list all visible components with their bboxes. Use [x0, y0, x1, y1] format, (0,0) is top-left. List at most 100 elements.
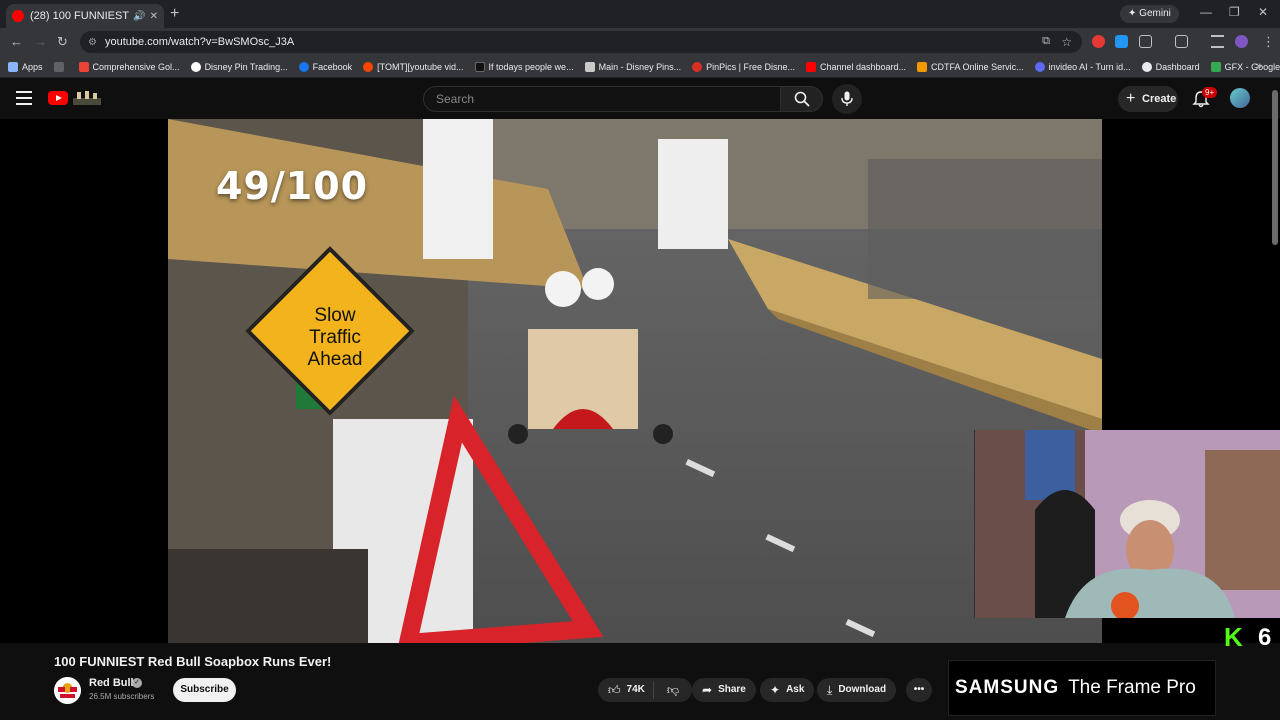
- thumbs-up-icon: 👍︎: [608, 683, 621, 697]
- plus-icon: +: [1126, 90, 1136, 107]
- bookmark-favicon-icon: [917, 61, 928, 72]
- google-drive-icon: [1210, 61, 1221, 72]
- browser-tab-bar: (28) 100 FUNNIEST Red Bull 🔊 ✕ + ✦ Gemin…: [0, 0, 1280, 28]
- reddit-icon: [363, 61, 374, 72]
- ad-text: SAMSUNG The Frame Pro: [955, 677, 1196, 699]
- more-horizontal-icon: •••: [913, 684, 925, 695]
- search-icon: [794, 91, 810, 107]
- bookmark-item[interactable]: Main - Disney Pins...: [584, 61, 681, 72]
- bookmark-item[interactable]: Channel dashboard...: [805, 61, 906, 72]
- bookmark-item[interactable]: If todays people we...: [474, 61, 574, 72]
- grid-icon: [53, 61, 64, 72]
- red-bull-logo-icon: [54, 677, 81, 704]
- notification-count-badge: 9+: [1202, 87, 1218, 98]
- install-app-icon[interactable]: ⧉: [1042, 35, 1050, 48]
- thumbs-down-icon: 👎︎: [666, 683, 680, 697]
- bookmark-item[interactable]: CDTFA Online Servic...: [917, 61, 1024, 72]
- browser-toolbar: ← → ↻ ⚙ youtube.com/watch?v=BwSMOsc_J3A …: [0, 28, 1280, 56]
- bookmark-item[interactable]: Dashboard: [1141, 61, 1200, 72]
- facebook-icon: [298, 61, 309, 72]
- bookmarks-bar: Apps Comprehensive Gol... Disney Pin Tra…: [0, 56, 1280, 78]
- video-player[interactable]: Slow Traffic Ahead 49/100: [168, 119, 1102, 643]
- side-panel-icon[interactable]: [1175, 35, 1188, 48]
- bookmark-item[interactable]: [53, 61, 68, 72]
- bookmark-star-icon[interactable]: ☆: [1061, 35, 1072, 49]
- like-button[interactable]: 👍︎ 74K: [598, 681, 654, 699]
- browser-tab[interactable]: (28) 100 FUNNIEST Red Bull 🔊 ✕: [6, 4, 164, 28]
- hamburger-menu-icon[interactable]: [16, 91, 32, 109]
- tab-title: (28) 100 FUNNIEST Red Bull: [30, 10, 129, 22]
- create-label: Create: [1142, 93, 1177, 105]
- apps-grid-icon: [8, 61, 18, 72]
- youtube-favicon-icon: [805, 61, 816, 72]
- more-actions-button[interactable]: •••: [906, 678, 932, 702]
- close-tab-icon[interactable]: ✕: [150, 11, 158, 22]
- video-counter-overlay: 49/100: [216, 164, 369, 208]
- site-info-icon[interactable]: ⚙: [88, 37, 97, 48]
- search-button[interactable]: [781, 86, 823, 112]
- kick-logo-icon: K: [1224, 622, 1243, 652]
- page-scrollbar[interactable]: [1272, 90, 1278, 245]
- microphone-icon: [841, 91, 853, 106]
- speaker-icon[interactable]: 🔊: [133, 11, 145, 22]
- share-arrow-icon: ➦: [702, 683, 713, 697]
- voice-search-button[interactable]: [832, 84, 862, 114]
- like-dislike-group: 👍︎ 74K 👎︎: [598, 678, 692, 702]
- download-label: Download: [838, 684, 887, 695]
- bookmark-favicon-icon: [1141, 61, 1152, 72]
- minimize-icon[interactable]: —: [1200, 5, 1212, 19]
- address-bar[interactable]: ⚙ youtube.com/watch?v=BwSMOsc_J3A ⧉ ☆: [80, 31, 1082, 53]
- channel-avatar[interactable]: [54, 677, 81, 704]
- ad-brand: SAMSUNG: [955, 677, 1060, 698]
- streamer-webcam: [974, 430, 1280, 618]
- ad-product: The Frame Pro: [1068, 677, 1196, 698]
- restore-icon[interactable]: ❐: [1229, 5, 1240, 19]
- subscriber-count: 26.5M subscribers: [89, 692, 155, 701]
- url-text: youtube.com/watch?v=BwSMOsc_J3A: [104, 36, 295, 48]
- bookmark-item[interactable]: [TOMT][youtube vid...: [363, 61, 464, 72]
- reload-icon[interactable]: ↻: [57, 34, 68, 50]
- more-bookmarks-icon[interactable]: »: [1256, 60, 1262, 72]
- ask-label: Ask: [786, 684, 805, 695]
- subscribe-button[interactable]: Subscribe: [173, 678, 236, 702]
- download-button[interactable]: ⤓ Download: [817, 678, 897, 702]
- download-icon: ⤓: [827, 683, 833, 697]
- back-arrow-icon[interactable]: ←: [10, 34, 23, 49]
- dislike-button[interactable]: 👎︎: [654, 678, 692, 702]
- menu-kebab-icon[interactable]: ⋮: [1262, 34, 1275, 50]
- gemini-label: Gemini: [1139, 8, 1171, 19]
- share-button[interactable]: ➦ Share: [692, 678, 756, 702]
- sponsored-ad-banner[interactable]: SAMSUNG The Frame Pro: [948, 660, 1216, 716]
- youtube-logo-icon[interactable]: [48, 91, 68, 105]
- bookmark-favicon-icon: [190, 61, 201, 72]
- youtube-doodle-icon[interactable]: [71, 89, 103, 107]
- bookmark-item[interactable]: GFX - Google Drive: [1210, 61, 1280, 72]
- extension-blue-icon[interactable]: [1115, 35, 1128, 48]
- bookmark-item[interactable]: PinPics | Free Disne...: [692, 61, 795, 72]
- extensions-puzzle-icon[interactable]: [1139, 35, 1152, 48]
- gemini-button[interactable]: ✦ Gemini: [1120, 5, 1179, 23]
- bookmark-favicon-icon: [584, 61, 595, 72]
- extension-red-icon[interactable]: [1092, 35, 1105, 48]
- account-avatar[interactable]: [1230, 88, 1250, 108]
- bookmark-item[interactable]: Apps: [8, 61, 43, 72]
- bookmark-item[interactable]: Comprehensive Gol...: [78, 61, 180, 72]
- slow-traffic-sign-text: Slow Traffic Ahead: [307, 305, 363, 370]
- ask-button[interactable]: ✦ Ask: [760, 678, 815, 702]
- bookmark-item[interactable]: invideo AI - Turn id...: [1034, 61, 1131, 72]
- new-tab-button[interactable]: +: [170, 5, 179, 23]
- bookmark-item[interactable]: Facebook: [298, 61, 352, 72]
- bookmark-item[interactable]: Disney Pin Trading...: [190, 61, 288, 72]
- kick-counter: 6: [1258, 624, 1272, 651]
- create-button[interactable]: + Create: [1118, 86, 1178, 112]
- bookmark-favicon-icon: [78, 61, 89, 72]
- profile-icon[interactable]: [1235, 35, 1248, 48]
- video-title: 100 FUNNIEST Red Bull Soapbox Runs Ever!: [54, 654, 332, 669]
- like-count: 74K: [626, 684, 645, 695]
- search-input[interactable]: Search: [423, 86, 781, 112]
- forward-arrow-icon[interactable]: →: [34, 34, 47, 49]
- sparkle-icon: ✦: [770, 683, 781, 697]
- close-window-icon[interactable]: ✕: [1258, 5, 1268, 19]
- channel-name[interactable]: Red Bull: [89, 677, 134, 689]
- tab-search-icon[interactable]: [1211, 35, 1224, 48]
